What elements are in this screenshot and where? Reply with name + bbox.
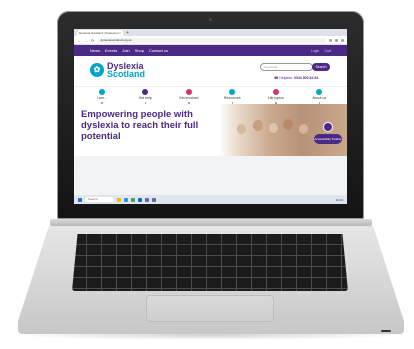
tab-title: Dyslexia Scotland | Dyslexia Ch... [79, 31, 119, 35]
edge-icon[interactable] [124, 197, 128, 202]
helpline-number[interactable]: 0344 800 84 84 [294, 76, 318, 80]
keyboard [72, 234, 348, 291]
power-indicator [381, 330, 391, 332]
laptop-screen: Dyslexia Scotland | Dyslexia Ch... × + ←… [74, 29, 347, 204]
nav-link-shop[interactable]: Shop [135, 48, 144, 53]
logo-icon[interactable]: ✿ [90, 63, 104, 77]
profile-icon[interactable] [335, 38, 338, 42]
new-tab-button[interactable]: + [126, 30, 129, 36]
search-input[interactable]: Keywords [260, 63, 313, 71]
windows-start-icon[interactable] [78, 197, 82, 202]
nav-link-contact[interactable]: Contact us [149, 48, 168, 53]
person-face [253, 120, 263, 131]
hero-banner: Empowering people with dyslexia to reach… [74, 104, 347, 156]
forward-button[interactable]: → [84, 38, 88, 43]
cart-link[interactable]: Cart [324, 49, 331, 53]
helpline: ☎ Helpline: 0344 800 84 84 [274, 76, 318, 80]
taskbar-search[interactable]: Search [85, 197, 114, 202]
browser-tab[interactable]: Dyslexia Scotland | Dyslexia Ch... × [77, 30, 123, 36]
accessibility-icon[interactable] [323, 122, 333, 132]
document-icon [229, 89, 236, 95]
topics-icon [272, 89, 279, 95]
heart-icon [185, 89, 192, 95]
search-button[interactable]: Search [312, 63, 330, 71]
menu-item-resources[interactable]: Resources [212, 89, 252, 104]
phone-icon: ☎ [274, 76, 279, 80]
mail-icon[interactable] [138, 197, 142, 202]
menu-item-get-involved[interactable]: Get involved [169, 89, 209, 104]
address-bar-row: ← → ⟳ dyslexiascotland.org.uk [74, 36, 347, 45]
trackpad [146, 295, 274, 322]
help-icon [142, 89, 149, 95]
site-top-nav: News Events Join Shop Contact us Login C… [74, 45, 347, 56]
close-icon[interactable]: × [119, 31, 121, 35]
person-face [237, 124, 246, 134]
teams-icon[interactable] [152, 197, 156, 202]
person-face [299, 124, 308, 134]
helpline-label: Helpline: [279, 76, 293, 80]
menu-item-get-help[interactable]: Get help [125, 89, 165, 104]
reload-button[interactable]: ⟳ [91, 38, 94, 43]
menu-item-life-topics[interactable]: Life topics [256, 89, 296, 104]
main-menu: I am... Get help Get involved Resources … [74, 86, 347, 104]
person-face [283, 119, 293, 130]
accessibility-toolbar-button[interactable]: Accessibility Toolbar [314, 134, 342, 144]
menu-item-i-am[interactable]: I am... [82, 89, 122, 104]
back-button[interactable]: ← [77, 38, 81, 43]
menu-icon[interactable] [341, 38, 344, 42]
taskbar-clock: 11:01 [335, 197, 343, 202]
extension-icon[interactable] [329, 38, 332, 42]
chrome-icon[interactable] [131, 197, 135, 202]
logo-text-scotland[interactable]: Scotland [107, 70, 145, 79]
store-icon[interactable] [145, 197, 149, 202]
os-taskbar: Search 11:01 [74, 195, 347, 204]
url-field[interactable]: dyslexiascotland.org.uk [97, 37, 326, 43]
webcam [209, 18, 212, 21]
hero-title: Empowering people with dyslexia to reach… [81, 109, 199, 142]
nav-link-join[interactable]: Join [122, 48, 129, 53]
home-icon [98, 89, 105, 95]
file-explorer-icon[interactable] [117, 197, 121, 202]
nav-link-news[interactable]: News [90, 48, 100, 53]
person-face [269, 123, 278, 133]
menu-item-about-us[interactable]: About us [299, 89, 339, 104]
browser-tab-bar: Dyslexia Scotland | Dyslexia Ch... × + [74, 29, 347, 36]
info-icon [316, 89, 323, 95]
site-header: ✿ Dyslexia Scotland Keywords Search ☎ He… [74, 56, 347, 86]
laptop-hinge [50, 219, 372, 226]
login-link[interactable]: Login [311, 49, 320, 53]
nav-link-events[interactable]: Events [105, 48, 117, 53]
